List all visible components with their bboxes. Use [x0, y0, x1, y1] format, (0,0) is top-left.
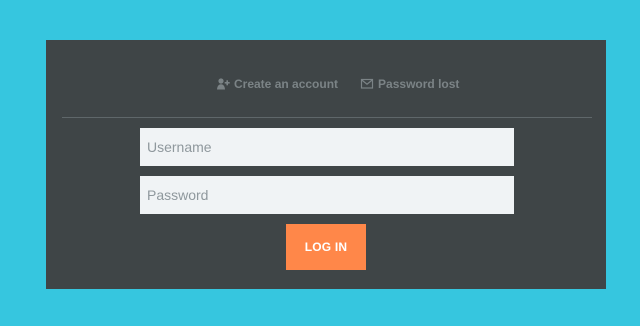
login-button[interactable]: LOG IN — [286, 224, 366, 270]
create-account-label: Create an account — [234, 77, 339, 91]
password-lost-label: Password lost — [378, 77, 460, 91]
password-input[interactable] — [140, 176, 514, 214]
user-plus-icon — [216, 77, 230, 91]
account-links: Create an account Password lost — [216, 76, 459, 92]
password-lost-link[interactable]: Password lost — [360, 77, 459, 91]
username-input[interactable] — [140, 128, 514, 166]
login-panel: Create an account Password lost LOG IN — [46, 40, 606, 289]
divider — [62, 117, 592, 118]
create-account-link[interactable]: Create an account — [216, 77, 338, 91]
envelope-icon — [360, 77, 374, 91]
